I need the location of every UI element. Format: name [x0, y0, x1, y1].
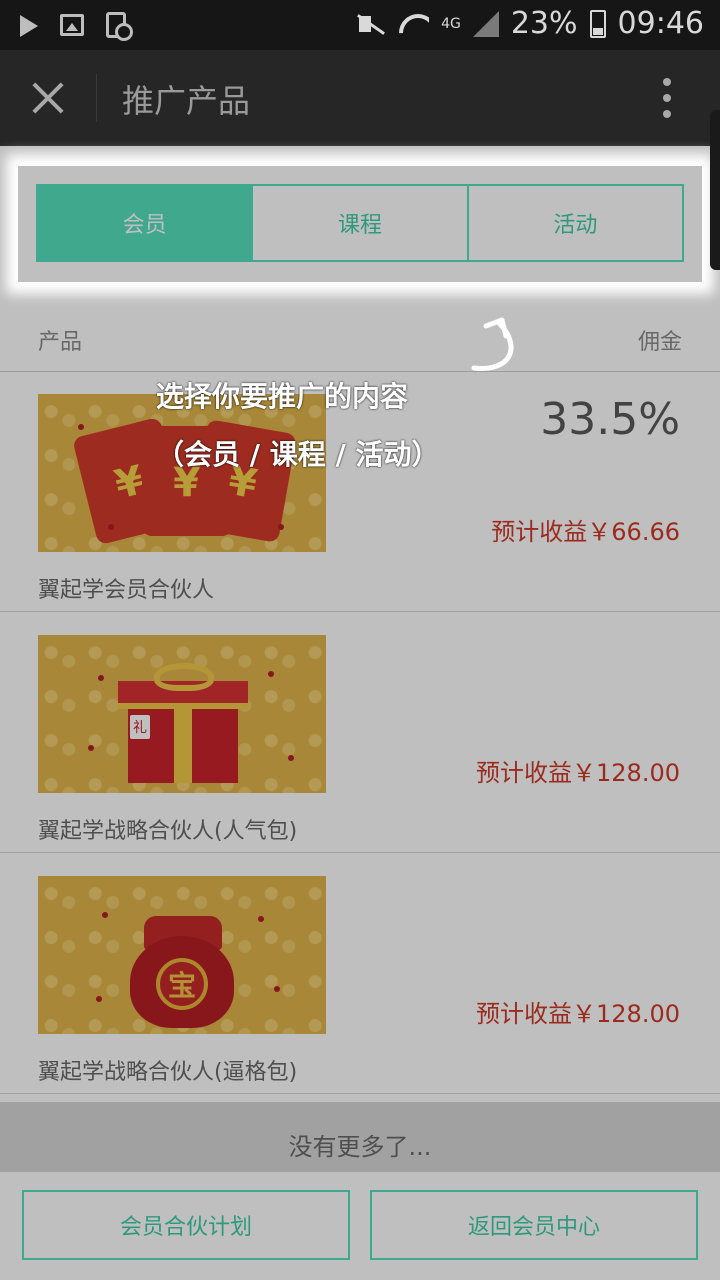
battery-percent: 23% [510, 6, 578, 41]
device-clock-icon [106, 12, 133, 41]
signal-icon [472, 10, 499, 37]
gift-bow [154, 663, 214, 691]
column-product: 产品 [38, 330, 83, 355]
status-bar: 4G 23% 09:46 [0, 0, 720, 50]
battery-icon [589, 9, 606, 38]
partner-plan-button[interactable]: 会员合伙计划 [22, 1190, 350, 1260]
gift-tag: 礼 [130, 715, 150, 739]
content: 会员 课程 活动 产品 佣金 ¥ ¥ ¥ 33.5% 预计收益￥66.66 翼起… [0, 146, 720, 1280]
estimated-earnings: 预计收益￥128.00 [476, 1000, 680, 1028]
divider [96, 74, 97, 122]
close-icon[interactable] [30, 80, 66, 116]
column-commission: 佣金 [637, 330, 682, 355]
back-to-member-center-button[interactable]: 返回会员中心 [370, 1190, 698, 1260]
product-name: 翼起学战略合伙人(逼格包) [38, 1060, 298, 1085]
curved-arrow-icon [471, 317, 514, 371]
product-name: 翼起学战略合伙人(人气包) [38, 819, 298, 844]
gift-box-image: 礼 [38, 635, 326, 793]
play-icon [20, 15, 38, 37]
more-menu-icon[interactable] [662, 78, 672, 118]
bag-emblem: 宝 [156, 958, 208, 1010]
app-bar: 推广产品 [0, 50, 720, 146]
estimated-earnings: 预计收益￥66.66 [491, 518, 680, 546]
estimated-earnings: 预计收益￥128.00 [476, 759, 680, 787]
product-name: 翼起学会员合伙人 [38, 578, 215, 603]
network-type: 4G [441, 15, 461, 32]
edge-handle [710, 110, 720, 270]
treasure-bag-image: 宝 [38, 876, 326, 1034]
wifi-icon [399, 12, 429, 36]
tutorial-tip-line2: （会员 / 课程 / 活动） [156, 438, 440, 471]
tabs-spotlight [18, 166, 702, 282]
image-icon [60, 14, 84, 36]
mute-icon [353, 12, 387, 36]
tutorial-tip-line1: 选择你要推广的内容 [156, 380, 409, 413]
list-item[interactable]: 礼 预计收益￥128.00 翼起学战略合伙人(人气包) [0, 613, 720, 853]
page-title: 推广产品 [122, 82, 251, 120]
list-header: 产品 佣金 [0, 310, 720, 372]
footer-bar: 会员合伙计划 返回会员中心 [0, 1172, 720, 1280]
no-more-text: 没有更多了... [0, 1102, 720, 1172]
commission-percent: 33.5% [540, 394, 680, 445]
clock: 09:46 [617, 6, 704, 41]
tutorial-tip: 选择你要推广的内容 （会员 / 课程 / 活动） [156, 368, 439, 484]
list-item[interactable]: 宝 预计收益￥128.00 翼起学战略合伙人(逼格包) [0, 854, 720, 1094]
